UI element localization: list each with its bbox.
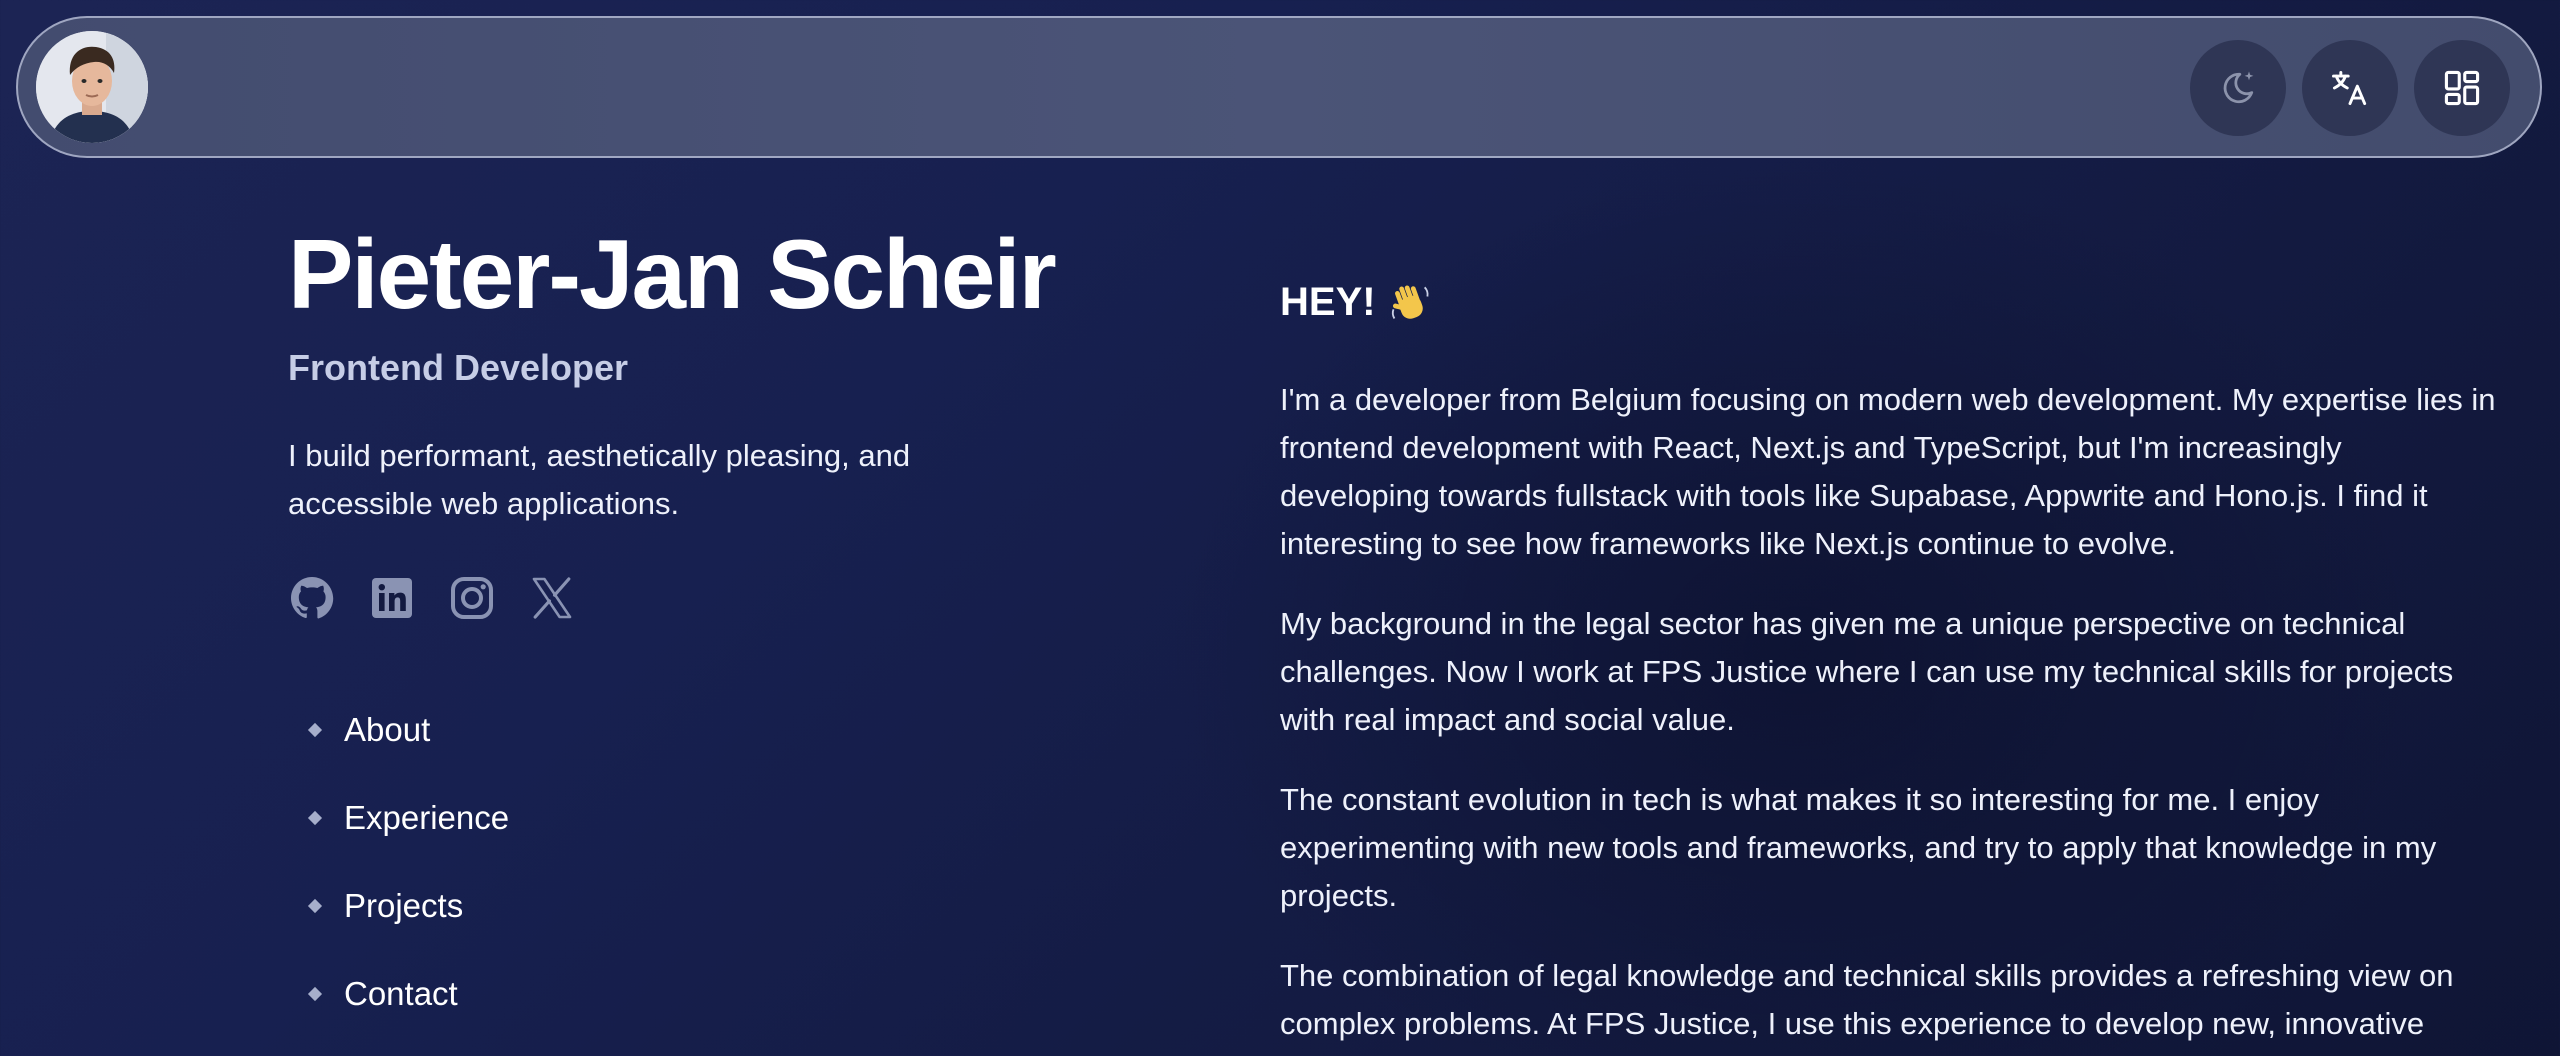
grid-icon <box>2444 70 2480 106</box>
apps-menu-button[interactable] <box>2414 40 2510 136</box>
avatar-photo <box>36 31 148 143</box>
nav-link-experience[interactable]: Experience <box>344 793 509 843</box>
nav-item-about: About <box>307 705 509 793</box>
instagram-icon <box>451 577 493 619</box>
page-title: Pieter-Jan Scheir <box>288 219 1057 329</box>
section-nav: About Experience Projects Contact <box>307 705 509 1056</box>
linkedin-link[interactable] <box>368 574 416 622</box>
github-icon <box>291 577 334 619</box>
about-paragraph: The constant evolution in tech is what m… <box>1280 782 2437 913</box>
about-paragraph: The combination of legal knowledge and t… <box>1280 958 2454 1041</box>
bullet-diamond-icon <box>307 898 323 914</box>
top-header-bar <box>16 16 2542 158</box>
about-paragraph: I'm a developer from Belgium focusing on… <box>1280 382 2496 561</box>
nav-item-contact: Contact <box>307 969 509 1056</box>
nav-item-projects: Projects <box>307 881 509 969</box>
about-heading: HEY! <box>1280 274 1432 330</box>
waving-hand-icon <box>1388 280 1432 324</box>
social-links <box>288 574 576 622</box>
moon-stars-icon <box>2223 71 2254 104</box>
x-icon <box>532 577 572 619</box>
tagline: I build performant, aesthetically pleasi… <box>288 438 911 521</box>
avatar[interactable] <box>36 31 148 143</box>
nav-item-experience: Experience <box>307 793 509 881</box>
instagram-link[interactable] <box>448 574 496 622</box>
theme-toggle-button[interactable] <box>2190 40 2286 136</box>
bullet-diamond-icon <box>307 810 323 826</box>
x-link[interactable] <box>528 574 576 622</box>
nav-link-projects[interactable]: Projects <box>344 881 463 931</box>
bullet-diamond-icon <box>307 986 323 1002</box>
job-title: Frontend Developer <box>288 347 629 388</box>
github-link[interactable] <box>288 574 336 622</box>
linkedin-icon <box>372 578 412 618</box>
nav-link-about[interactable]: About <box>344 705 430 755</box>
translate-icon <box>2332 70 2367 106</box>
about-section: I'm a developer from Belgium focusing on… <box>1280 376 2496 1056</box>
about-paragraph: My background in the legal sector has gi… <box>1280 606 2454 737</box>
language-button[interactable] <box>2302 40 2398 136</box>
nav-link-contact[interactable]: Contact <box>344 969 458 1019</box>
bullet-diamond-icon <box>307 722 323 738</box>
about-heading-text: HEY! <box>1280 280 1376 324</box>
